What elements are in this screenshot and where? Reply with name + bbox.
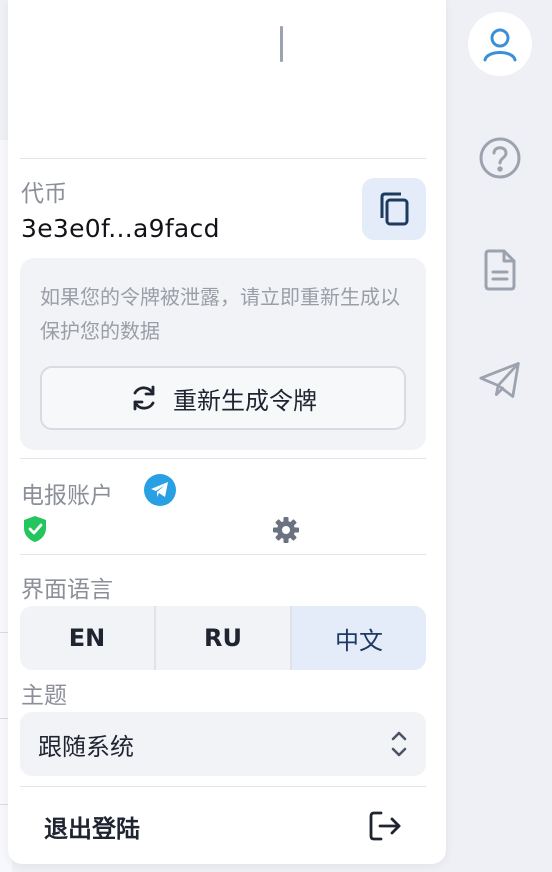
language-option-ru[interactable]: RU [156, 606, 292, 670]
document-icon [484, 249, 516, 291]
copy-token-button[interactable] [362, 178, 426, 240]
token-warning-text: 如果您的令牌被泄露，请立即重新生成以保护您的数据 [40, 285, 400, 343]
logout-icon [368, 810, 402, 842]
send-icon [479, 362, 520, 398]
verified-shield-icon [22, 514, 48, 544]
copy-icon [380, 192, 409, 226]
logout-button[interactable]: 退出登陆 [20, 796, 426, 856]
account-panel: 代币 3e3e0f...a9facd 如果您的令牌被泄露，请立即重新生成以保护您… [8, 0, 446, 864]
chevron-up-down-icon [390, 729, 408, 759]
theme-select[interactable]: 跟随系统 [20, 712, 426, 776]
divider [20, 554, 426, 555]
logout-label: 退出登陆 [44, 814, 140, 843]
divider [20, 158, 426, 159]
telegram-logo-icon [144, 474, 176, 506]
user-icon [483, 28, 517, 62]
right-rail [448, 0, 552, 872]
language-option-en[interactable]: EN [20, 606, 156, 670]
regenerate-token-button[interactable]: 重新生成令牌 [40, 366, 406, 430]
token-value: 3e3e0f...a9facd [21, 214, 220, 243]
divider [20, 786, 426, 787]
telegram-button[interactable] [478, 358, 522, 402]
telegram-account-label: 电报账户 [21, 483, 113, 509]
question-circle-icon [479, 137, 521, 179]
token-label: 代币 [21, 181, 67, 207]
divider [20, 458, 426, 459]
theme-select-value: 跟随系统 [38, 732, 134, 761]
interface-language-label: 界面语言 [21, 577, 113, 603]
user-profile-button[interactable] [468, 12, 532, 76]
refresh-icon [133, 385, 155, 411]
help-button[interactable] [478, 136, 522, 180]
telegram-settings-gear-icon[interactable] [272, 516, 300, 544]
language-switcher: EN RU 中文 [20, 606, 426, 670]
documents-button[interactable] [478, 248, 522, 292]
token-warning-box: 如果您的令牌被泄露，请立即重新生成以保护您的数据 重新生成令牌 [20, 258, 426, 450]
regenerate-token-label: 重新生成令牌 [173, 387, 317, 415]
language-option-zh[interactable]: 中文 [292, 606, 426, 670]
text-caret [280, 26, 283, 62]
theme-label: 主题 [21, 683, 67, 709]
